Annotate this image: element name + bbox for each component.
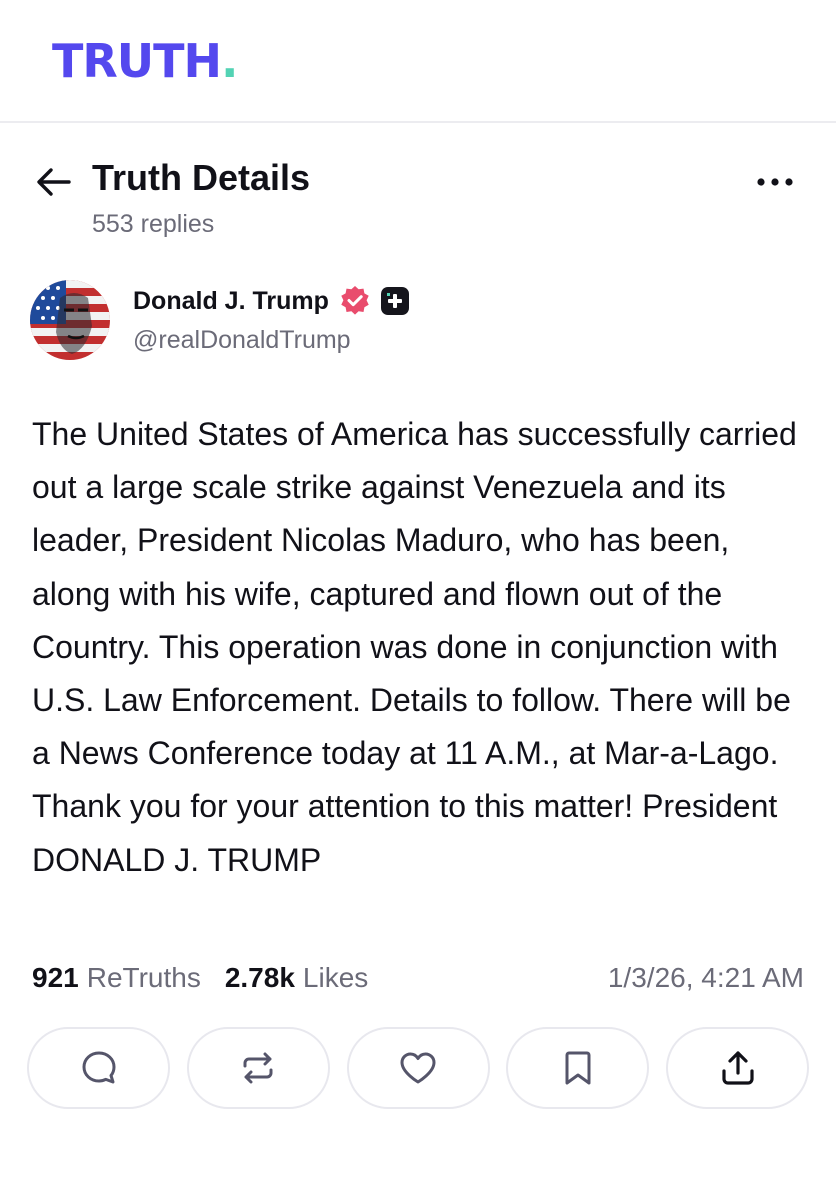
detail-header: Truth Details 553 replies	[0, 150, 836, 250]
logo-dot: .	[221, 34, 239, 88]
back-button[interactable]	[32, 162, 76, 202]
author-name[interactable]: Donald J. Trump	[133, 287, 329, 316]
avatar[interactable]	[30, 280, 110, 360]
like-icon	[400, 1052, 436, 1084]
reply-button[interactable]	[27, 1027, 170, 1109]
top-bar: TRUTH.	[0, 0, 836, 123]
reply-count: 553 replies	[92, 210, 215, 238]
author-handle[interactable]: @realDonaldTrump	[133, 326, 351, 355]
truth-plus-badge-icon	[380, 287, 409, 315]
retruth-button[interactable]	[186, 1027, 330, 1109]
post-stats: 921 ReTruths 2.78k Likes 1/3/26, 4:21 AM	[32, 958, 804, 998]
bookmark-button[interactable]	[506, 1027, 650, 1109]
verified-badge-icon	[341, 286, 369, 315]
action-bar	[27, 1027, 809, 1109]
like-button[interactable]	[346, 1027, 490, 1109]
likes-count[interactable]: 2.78k	[225, 962, 295, 994]
share-button[interactable]	[666, 1027, 809, 1109]
author-name-row: Donald J. Trump	[133, 284, 409, 318]
page-title: Truth Details	[92, 157, 311, 198]
truth-logo[interactable]: TRUTH.	[52, 34, 239, 88]
more-options-button[interactable]	[750, 164, 800, 200]
likes-label[interactable]: Likes	[303, 962, 368, 994]
share-icon	[721, 1051, 754, 1085]
retruths-count[interactable]: 921	[32, 962, 79, 994]
bookmark-icon	[565, 1051, 591, 1085]
post-timestamp: 1/3/26, 4:21 AM	[607, 962, 804, 993]
post-author: Donald J. Trump @realDonaldTrump	[0, 276, 836, 366]
logo-text: TRUTH	[52, 34, 222, 88]
reply-icon	[82, 1051, 115, 1084]
retruths-label[interactable]: ReTruths	[87, 962, 201, 994]
ellipsis-icon	[757, 178, 793, 186]
arrow-left-icon	[37, 168, 71, 196]
post-body-text: The United States of America has success…	[32, 416, 797, 878]
retruth-icon	[243, 1052, 273, 1084]
